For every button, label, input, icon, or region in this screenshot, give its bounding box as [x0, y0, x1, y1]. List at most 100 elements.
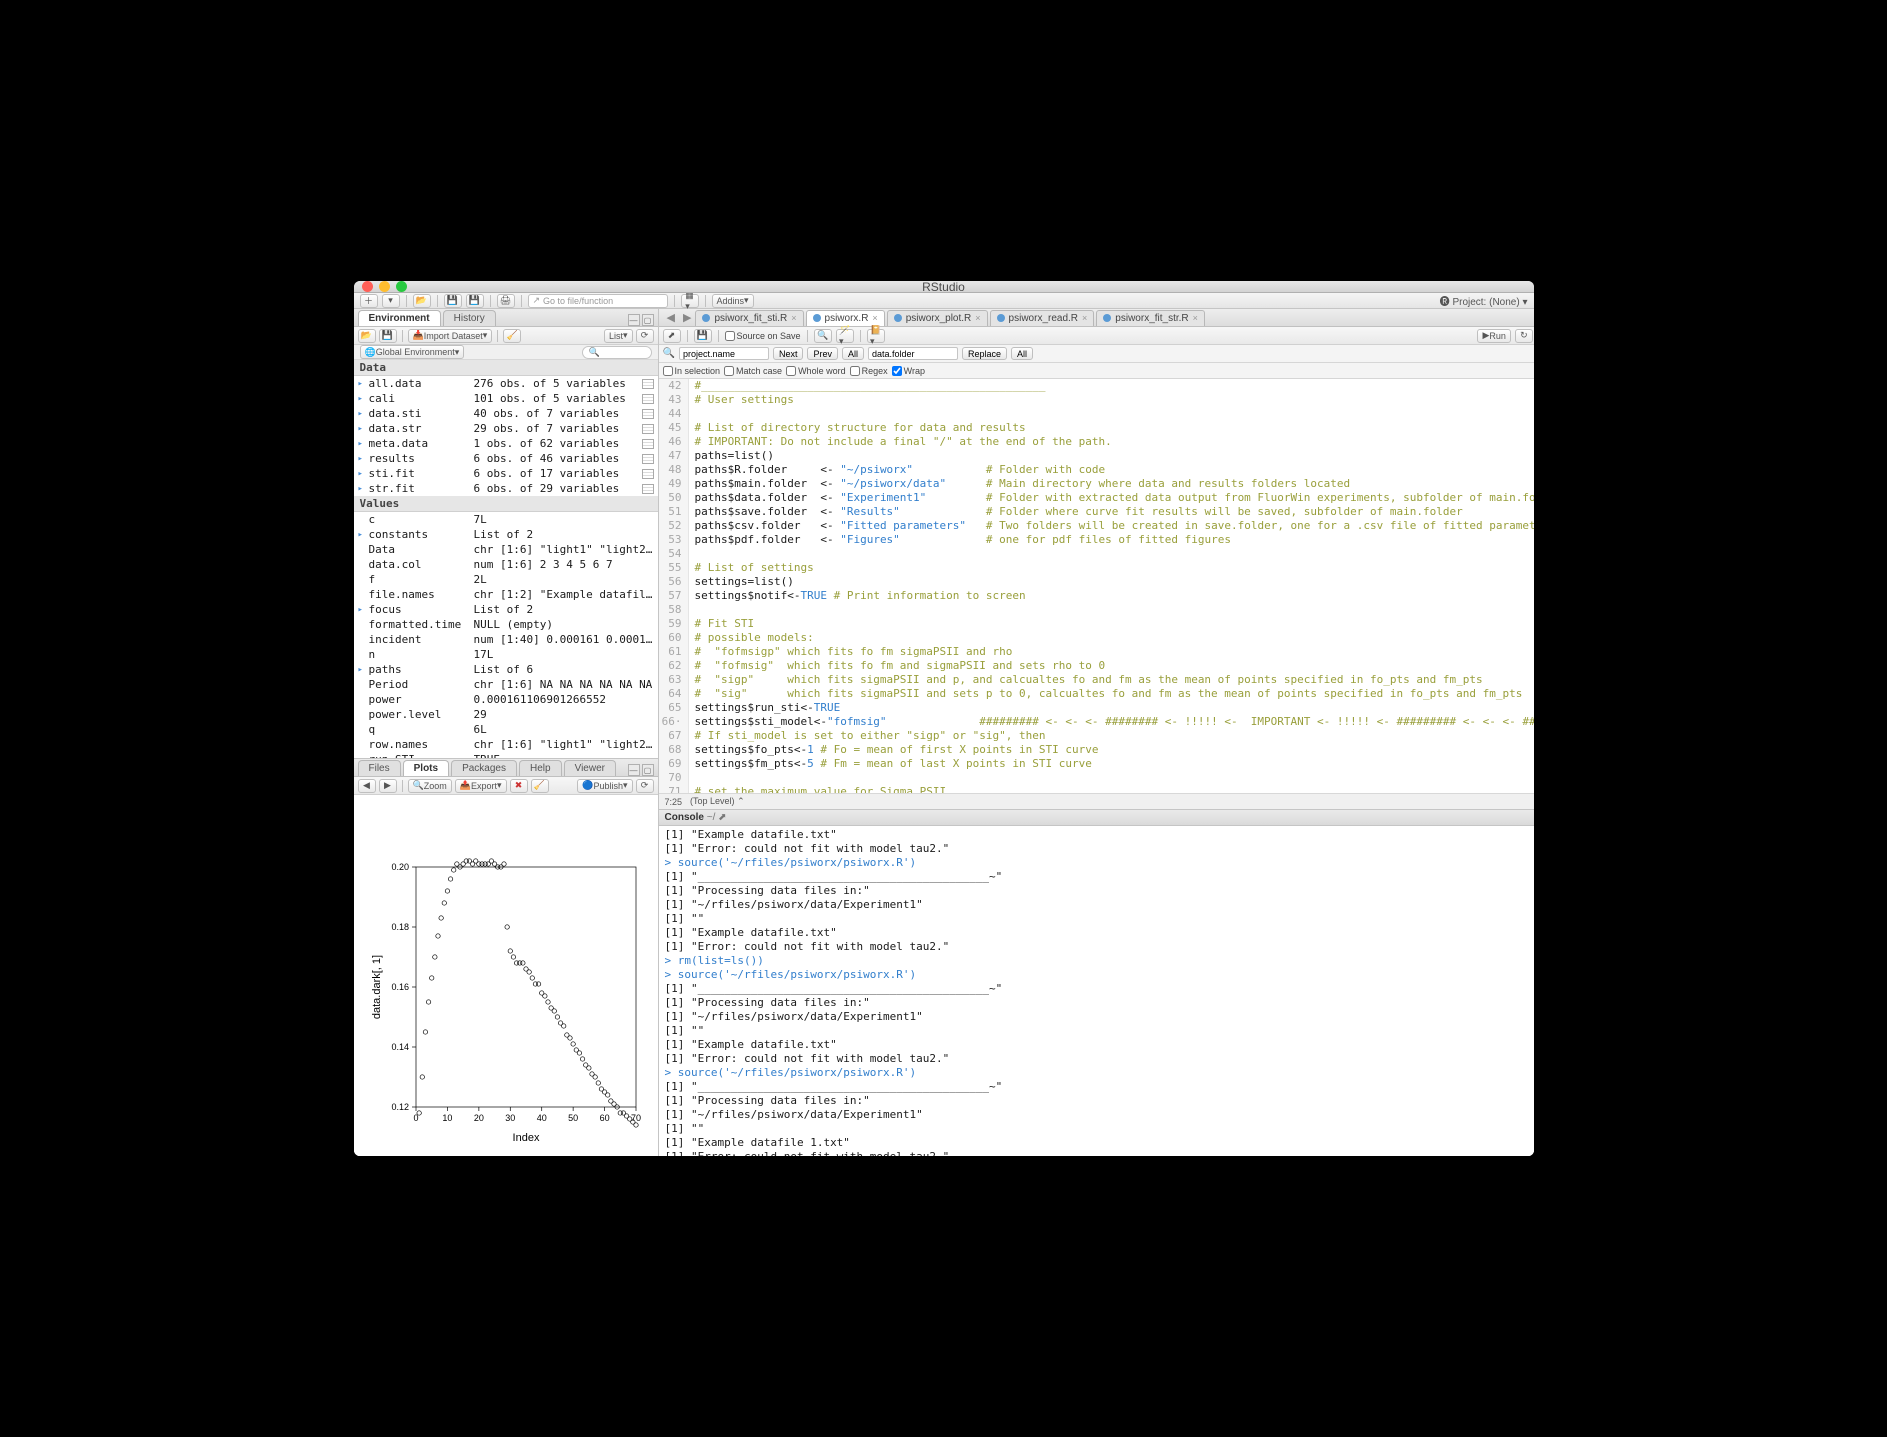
- open-file-button[interactable]: 📂: [413, 294, 431, 308]
- env-row[interactable]: q6L: [354, 722, 658, 737]
- plot-next-button[interactable]: ▶: [379, 779, 397, 793]
- file-tab[interactable]: psiworx_plot.R×: [887, 310, 988, 326]
- clear-plots-button[interactable]: 🧹: [531, 779, 549, 793]
- close-tab-icon[interactable]: ×: [1082, 313, 1087, 323]
- code-editor[interactable]: 42#_____________________________________…: [659, 379, 1534, 793]
- env-row[interactable]: ▸meta.data1 obs. of 62 variables: [354, 436, 658, 451]
- env-row[interactable]: file.nameschr [1:2] "Example datafile 1.…: [354, 587, 658, 602]
- save-file-button[interactable]: 💾: [694, 329, 712, 343]
- env-row[interactable]: data.colnum [1:6] 2 3 4 5 6 7: [354, 557, 658, 572]
- find-all-button[interactable]: All: [842, 347, 864, 360]
- env-row[interactable]: ▸all.data276 obs. of 5 variables: [354, 376, 658, 391]
- tab-nav-fwd[interactable]: ▶: [679, 311, 695, 324]
- refresh-button[interactable]: ⟳: [636, 329, 654, 343]
- export-button[interactable]: 📤 Export ▾: [455, 779, 507, 793]
- env-row[interactable]: Datachr [1:6] "light1" "light2" "light3"…: [354, 542, 658, 557]
- env-row[interactable]: ▸cali101 obs. of 5 variables: [354, 391, 658, 406]
- find-button[interactable]: 🔍: [814, 329, 832, 343]
- wrap-check[interactable]: Wrap: [892, 366, 925, 376]
- new-file-button[interactable]: ＋: [360, 294, 378, 308]
- file-tab[interactable]: psiworx_fit_str.R×: [1096, 310, 1205, 326]
- whole-word-check[interactable]: Whole word: [786, 366, 846, 376]
- env-row[interactable]: n17L: [354, 647, 658, 662]
- save-workspace-button[interactable]: 💾: [379, 329, 397, 343]
- notebook-button[interactable]: 📔▾: [867, 329, 885, 343]
- save-button[interactable]: 💾: [444, 294, 462, 308]
- rerun-button[interactable]: ↻: [1515, 329, 1533, 343]
- scope-level[interactable]: (Top Level) ⌃: [690, 796, 745, 807]
- wand-button[interactable]: 🪄▾: [836, 329, 854, 343]
- env-row[interactable]: ▸str.fit6 obs. of 29 variables: [354, 481, 658, 496]
- remove-plot-button[interactable]: ✖: [510, 779, 528, 793]
- env-row[interactable]: ▸results6 obs. of 46 variables: [354, 451, 658, 466]
- import-dataset-button[interactable]: 📥 Import Dataset ▾: [408, 329, 493, 343]
- svg-text:0.20: 0.20: [391, 862, 409, 872]
- addins-button[interactable]: Addins ▾: [712, 294, 754, 308]
- pane-min-icon[interactable]: —: [628, 314, 640, 326]
- env-search-input[interactable]: [582, 346, 652, 359]
- env-row[interactable]: ▸focusList of 2: [354, 602, 658, 617]
- tab-history[interactable]: History: [443, 310, 496, 326]
- replace-input[interactable]: [868, 347, 958, 360]
- in-selection-check[interactable]: In selection: [663, 366, 721, 376]
- close-tab-icon[interactable]: ×: [791, 313, 796, 323]
- env-list[interactable]: Data▸all.data276 obs. of 5 variables▸cal…: [354, 360, 658, 758]
- env-row[interactable]: ▸sti.fit6 obs. of 17 variables: [354, 466, 658, 481]
- env-row[interactable]: ▸data.str29 obs. of 7 variables: [354, 421, 658, 436]
- project-menu[interactable]: 🅡 Project: (None) ▾: [1440, 293, 1528, 308]
- run-button[interactable]: ▶ Run: [1477, 329, 1510, 343]
- load-workspace-button[interactable]: 📂: [358, 329, 376, 343]
- save-all-button[interactable]: 💾: [466, 294, 484, 308]
- view-mode-button[interactable]: List ▾: [604, 329, 633, 343]
- env-row[interactable]: ▸data.sti40 obs. of 7 variables: [354, 406, 658, 421]
- file-tab[interactable]: psiworx_read.R×: [990, 310, 1095, 326]
- replace-button[interactable]: Replace: [962, 347, 1007, 360]
- env-row[interactable]: ▸constantsList of 2: [354, 527, 658, 542]
- env-row[interactable]: row.nameschr [1:6] "light1" "light2" "li…: [354, 737, 658, 752]
- goto-file-input[interactable]: ↗Go to file/function: [528, 294, 668, 308]
- console-popout-icon[interactable]: ⬈: [715, 812, 726, 823]
- match-case-check[interactable]: Match case: [724, 366, 782, 376]
- tab-viewer[interactable]: Viewer: [564, 760, 616, 776]
- tab-nav-back[interactable]: ◀: [663, 311, 679, 324]
- close-tab-icon[interactable]: ×: [872, 313, 877, 323]
- tab-help[interactable]: Help: [519, 760, 562, 776]
- close-tab-icon[interactable]: ×: [1193, 313, 1198, 323]
- plot-prev-button[interactable]: ◀: [358, 779, 376, 793]
- env-row[interactable]: incidentnum [1:40] 0.000161 0.000161 0.0…: [354, 632, 658, 647]
- close-tab-icon[interactable]: ×: [975, 313, 980, 323]
- tab-files[interactable]: Files: [358, 760, 401, 776]
- plot-min-icon[interactable]: —: [628, 764, 640, 776]
- env-row[interactable]: f2L: [354, 572, 658, 587]
- source-on-save-check[interactable]: Source on Save: [725, 331, 801, 341]
- console-output[interactable]: [1] "Example datafile.txt"[1] "Error: co…: [659, 826, 1534, 1156]
- tab-environment[interactable]: Environment: [358, 310, 441, 326]
- env-row[interactable]: formatted.timeNULL (empty): [354, 617, 658, 632]
- zoom-button[interactable]: 🔍 Zoom: [408, 779, 452, 793]
- regex-check[interactable]: Regex: [850, 366, 888, 376]
- print-button[interactable]: 🖨: [497, 294, 515, 308]
- refresh-plot-button[interactable]: ⟳: [636, 779, 654, 793]
- plot-max-icon[interactable]: ▢: [642, 764, 654, 776]
- env-row[interactable]: Periodchr [1:6] NA NA NA NA NA NA: [354, 677, 658, 692]
- file-tab-bar: ◀ ▶ psiworx_fit_sti.R×psiworx.R×psiworx_…: [659, 309, 1534, 327]
- tab-plots[interactable]: Plots: [403, 760, 449, 776]
- publish-button[interactable]: 🔵 Publish ▾: [577, 779, 632, 793]
- env-row[interactable]: power0.000161106901266552: [354, 692, 658, 707]
- scope-selector[interactable]: 🌐 Global Environment ▾: [360, 345, 465, 359]
- pane-max-icon[interactable]: ▢: [642, 314, 654, 326]
- find-input[interactable]: [679, 347, 769, 360]
- tab-packages[interactable]: Packages: [451, 760, 517, 776]
- file-tab[interactable]: psiworx_fit_sti.R×: [695, 310, 803, 326]
- new-project-button[interactable]: ▾: [382, 294, 400, 308]
- tools-button[interactable]: ▦ ▾: [681, 294, 699, 308]
- find-prev-button[interactable]: Prev: [807, 347, 838, 360]
- find-next-button[interactable]: Next: [773, 347, 804, 360]
- file-tab[interactable]: psiworx.R×: [806, 310, 885, 326]
- env-row[interactable]: power.level29: [354, 707, 658, 722]
- replace-all-button[interactable]: All: [1011, 347, 1033, 360]
- clear-workspace-button[interactable]: 🧹: [503, 329, 521, 343]
- env-row[interactable]: ▸pathsList of 6: [354, 662, 658, 677]
- popout-button[interactable]: ⬈: [663, 329, 681, 343]
- env-row[interactable]: c7L: [354, 512, 658, 527]
